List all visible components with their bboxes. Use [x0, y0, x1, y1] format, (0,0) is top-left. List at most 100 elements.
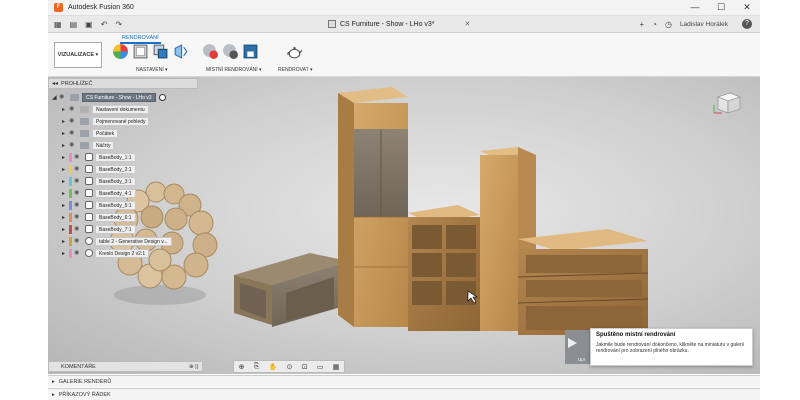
eye-icon[interactable]: ◉ — [74, 250, 83, 256]
tree-item-label[interactable]: BaseBody_6:1 — [95, 212, 136, 222]
comments-panel[interactable]: KOMENTÁŘE ⊕ || — [48, 361, 203, 372]
eye-icon[interactable]: ◉ — [74, 226, 83, 232]
tree-item-label[interactable]: BaseBody_2:1 — [95, 164, 136, 174]
new-tab-button[interactable]: + — [639, 20, 644, 29]
eye-icon[interactable]: ◉ — [69, 106, 78, 112]
fit-icon[interactable]: ⊡ — [302, 363, 308, 371]
tree-item[interactable]: ▸ ◉ Počátek — [52, 127, 202, 139]
comments-toggle-icon[interactable]: ⊕ || — [189, 364, 198, 370]
grid-menu-icon[interactable]: ▦ — [54, 20, 62, 29]
expand-triangle-icon[interactable]: ▸ — [62, 106, 69, 113]
workspace-switcher[interactable]: VIZUALIZACE ▾ — [54, 42, 102, 68]
tree-item-label[interactable]: BaseBody_7:1 — [95, 224, 136, 234]
expand-triangle-icon[interactable]: ▸ — [62, 202, 69, 209]
tree-item-label[interactable]: Počátek — [92, 128, 119, 138]
render-group-label[interactable]: RENDROVAT ▾ — [278, 67, 312, 73]
teapot-icon[interactable] — [286, 43, 303, 60]
help-icon[interactable]: ? — [742, 19, 752, 29]
eye-icon[interactable]: ◉ — [74, 202, 83, 208]
tree-item-label[interactable]: BaseBody_1:1 — [95, 152, 136, 162]
local-render-group-label[interactable]: MÍSTNÍ RENDROVÁNÍ ▾ — [206, 67, 262, 73]
orbit-icon[interactable]: ⊕ — [239, 363, 245, 371]
eye-icon[interactable]: ◉ — [74, 154, 83, 160]
tree-item[interactable]: ▸ ◉ BaseBody_6:1 — [52, 211, 202, 223]
redo-icon[interactable]: ↷ — [115, 20, 122, 29]
tree-item[interactable]: ▸ ◉ table 2 - Generative Design v... — [52, 235, 202, 247]
tree-root[interactable]: ◢ ◉ CS Furniture - Show - LHo v3 — [52, 91, 202, 103]
expand-triangle-icon[interactable]: ▸ — [62, 226, 69, 233]
tree-item[interactable]: ▸ ◉ BaseBody_1:1 — [52, 151, 202, 163]
save-icon[interactable]: ▣ — [85, 20, 93, 29]
decal-icon[interactable] — [172, 43, 189, 60]
document-tab[interactable]: CS Furniture - Show - LHo v3* ✕ — [328, 20, 470, 28]
expand-triangle-icon[interactable]: ▸ — [62, 190, 69, 197]
close-window-button[interactable]: ✕ — [734, 2, 760, 13]
texture-map-icon[interactable] — [152, 43, 169, 60]
expand-triangle-icon[interactable]: ▸ — [62, 250, 69, 257]
expand-triangle-icon[interactable]: ▸ — [62, 214, 69, 221]
capture-image-icon[interactable] — [242, 43, 259, 60]
maximize-button[interactable]: ☐ — [708, 2, 734, 13]
pan-icon[interactable]: ✋ — [269, 363, 278, 371]
render-icon[interactable] — [202, 43, 219, 60]
tree-item[interactable]: ▸ ◉ Náčrty — [52, 139, 202, 151]
activate-radio-icon[interactable] — [158, 93, 166, 101]
expand-triangle-icon[interactable]: ▸ — [62, 142, 69, 149]
root-component-label[interactable]: CS Furniture - Show - LHo v3 — [82, 92, 156, 102]
eye-icon[interactable]: ◉ — [74, 166, 83, 172]
tree-item[interactable]: ▸ ◉ BaseBody_5:1 — [52, 199, 202, 211]
notifications-icon[interactable]: ◷ — [665, 20, 672, 29]
tree-item[interactable]: ▸ ◉ BaseBody_4:1 — [52, 187, 202, 199]
eye-icon[interactable]: ◉ — [59, 94, 68, 100]
appearance-icon[interactable] — [112, 43, 129, 60]
tree-item-label[interactable]: Náčrty — [92, 140, 115, 150]
eye-icon[interactable]: ◉ — [69, 118, 78, 124]
zoom-icon[interactable]: ⊙ — [287, 363, 293, 371]
tree-item-label[interactable]: Pojmenované pohledy — [92, 116, 150, 126]
expand-triangle-icon[interactable]: ▸ — [62, 118, 69, 125]
expand-triangle-icon[interactable]: ▸ — [62, 166, 69, 173]
eye-icon[interactable]: ◉ — [74, 190, 83, 196]
tree-item-label[interactable]: table 2 - Generative Design v... — [95, 236, 172, 246]
display-settings-icon[interactable]: ▭ — [317, 363, 324, 371]
undo-icon[interactable]: ↶ — [101, 20, 108, 29]
eye-icon[interactable]: ◉ — [69, 130, 78, 136]
collapse-arrows-icon[interactable]: ◂◂ — [52, 80, 58, 87]
command-line-panel[interactable]: ▸ PŘÍKAZOVÝ ŘÁDEK — [48, 388, 760, 400]
tree-item[interactable]: ▸ ◉ Pojmenované pohledy — [52, 115, 202, 127]
browser-panel-header[interactable]: ◂◂ PROHLÍŽEČ — [48, 78, 198, 89]
minimize-button[interactable]: — — [682, 2, 708, 13]
tree-item-label[interactable]: Kreslo Design 2 v2:1 — [95, 248, 150, 258]
file-menu-icon[interactable]: ▤ — [70, 20, 78, 29]
tree-item[interactable]: ▸ ◉ Nastavení dokumentu — [52, 103, 202, 115]
eye-icon[interactable]: ◉ — [74, 178, 83, 184]
tree-item[interactable]: ▸ ◉ BaseBody_3:1 — [52, 175, 202, 187]
tree-item[interactable]: ▸ ◉ BaseBody_7:1 — [52, 223, 202, 235]
close-tab-icon[interactable]: ✕ — [465, 20, 471, 28]
tree-item-label[interactable]: Nastavení dokumentu — [92, 104, 149, 114]
render-thumbnail[interactable]: Upr — [565, 330, 591, 364]
user-name[interactable]: Ladislav Horálek — [680, 21, 728, 28]
notification-toast[interactable]: Spuštěno místní rendrování Jakmile bude … — [590, 328, 753, 366]
render-gallery-panel[interactable]: ▸ GALERIE RENDERŮ — [48, 375, 760, 387]
tree-item[interactable]: ▸ ◉ BaseBody_2:1 — [52, 163, 202, 175]
expand-triangle-icon[interactable]: ▸ — [52, 379, 55, 385]
eye-icon[interactable]: ◉ — [74, 214, 83, 220]
expand-triangle-icon[interactable]: ▸ — [62, 154, 69, 161]
viewcube-icon[interactable] — [712, 87, 744, 117]
tree-item-label[interactable]: BaseBody_4:1 — [95, 188, 136, 198]
expand-triangle-icon[interactable]: ▸ — [62, 130, 69, 137]
grid-settings-icon[interactable]: ▦ — [333, 363, 340, 371]
render-settings-icon[interactable] — [222, 43, 239, 60]
setup-group-label[interactable]: NASTAVENÍ ▾ — [136, 67, 168, 73]
scene-settings-icon[interactable] — [132, 43, 149, 60]
collapse-triangle-icon[interactable]: ◢ — [52, 94, 59, 101]
expand-triangle-icon[interactable]: ▸ — [52, 392, 55, 398]
tree-item-label[interactable]: BaseBody_5:1 — [95, 200, 136, 210]
eye-icon[interactable]: ◉ — [69, 142, 78, 148]
look-at-icon[interactable]: ⎘ — [254, 363, 260, 371]
expand-triangle-icon[interactable]: ▸ — [62, 238, 69, 245]
job-status-icon[interactable]: ◔ — [652, 20, 657, 29]
expand-triangle-icon[interactable]: ▸ — [62, 178, 69, 185]
eye-icon[interactable]: ◉ — [74, 238, 83, 244]
